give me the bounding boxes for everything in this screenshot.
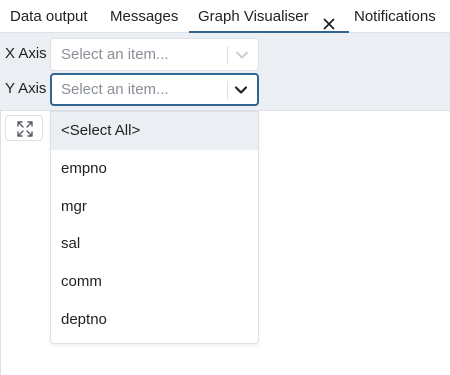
option-sal[interactable]: sal [51, 225, 258, 263]
tab-label: Notifications [354, 8, 436, 25]
tab-graph-visualiser[interactable]: Graph Visualiser [189, 0, 349, 33]
expand-icon [17, 121, 33, 137]
x-axis-label: X Axis [5, 45, 47, 62]
option-mgr[interactable]: mgr [51, 188, 258, 226]
tab-label: Data output [10, 8, 88, 25]
graph-visualiser-window: Data output Messages Graph Visualiser No… [0, 0, 450, 375]
select-separator [227, 46, 228, 64]
zoom-reset-button[interactable] [5, 115, 43, 141]
x-axis-placeholder: Select an item... [61, 46, 169, 63]
y-axis-dropdown-menu: <Select All> empno mgr sal comm deptno [50, 111, 259, 344]
option-select-all[interactable]: <Select All> [51, 112, 258, 150]
tab-notifications[interactable]: Notifications [354, 0, 436, 33]
chevron-down-icon[interactable] [234, 47, 250, 63]
option-deptno[interactable]: deptno [51, 301, 258, 339]
y-axis-label: Y Axis [5, 80, 47, 97]
option-empno[interactable]: empno [51, 150, 258, 188]
tab-messages[interactable]: Messages [110, 0, 178, 33]
select-separator [227, 81, 228, 99]
tab-label: Messages [110, 8, 179, 25]
x-axis-select[interactable]: Select an item... [50, 38, 259, 71]
y-axis-placeholder: Select an item... [61, 81, 169, 98]
close-icon[interactable] [323, 9, 335, 30]
y-axis-select[interactable]: Select an item... [50, 73, 259, 106]
chevron-down-icon[interactable] [233, 82, 249, 98]
tab-label: Graph Visualiser [198, 8, 309, 25]
option-comm[interactable]: comm [51, 263, 258, 301]
tab-bar: Data output Messages Graph Visualiser No… [0, 0, 450, 33]
axis-selector-panel: X Axis Select an item... Y Axis Select a… [0, 33, 450, 111]
tab-data-output[interactable]: Data output [10, 0, 88, 33]
